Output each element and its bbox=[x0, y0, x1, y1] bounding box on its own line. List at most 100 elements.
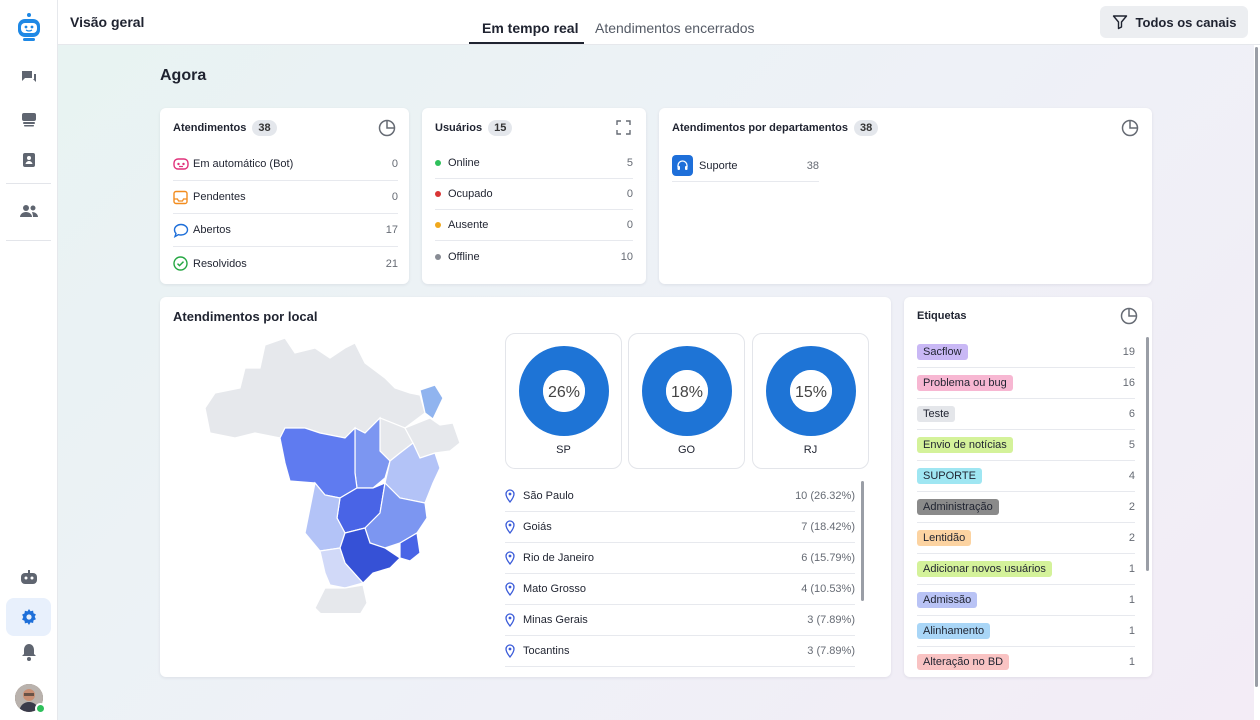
list-item[interactable]: Abertos 17 bbox=[173, 214, 398, 247]
expand-icon[interactable] bbox=[616, 120, 631, 135]
pie-chart-icon[interactable] bbox=[378, 119, 396, 137]
sidebar bbox=[0, 0, 58, 720]
list-item-value: 4 (10.53%) bbox=[801, 583, 855, 595]
robot-logo-icon[interactable] bbox=[0, 12, 58, 42]
map-region-south bbox=[314, 584, 368, 613]
active-tab-indicator bbox=[469, 42, 584, 44]
pie-chart-icon[interactable] bbox=[1121, 119, 1139, 137]
main-content: Agora Atendimentos 38 Em automático (Bot… bbox=[58, 45, 1254, 720]
list-item[interactable]: Offline 10 bbox=[435, 241, 633, 272]
page-scrollbar-thumb[interactable] bbox=[1255, 47, 1258, 687]
local-title: Atendimentos por local bbox=[173, 309, 318, 324]
donut-label-rj: RJ bbox=[803, 444, 818, 456]
list-item-value: 3 (7.89%) bbox=[807, 614, 855, 626]
tab-closed-tickets[interactable]: Atendimentos encerrados bbox=[595, 20, 755, 36]
tag-row[interactable]: Sacflow 19 bbox=[917, 337, 1135, 368]
list-item[interactable]: Mato Grosso 4 (10.53%) bbox=[505, 574, 855, 605]
bot-icon bbox=[173, 158, 189, 170]
list-item[interactable]: Tocantins 3 (7.89%) bbox=[505, 636, 855, 667]
list-item[interactable]: Resolvidos 21 bbox=[173, 247, 398, 280]
donut-card-go[interactable]: 18% GO bbox=[628, 333, 745, 469]
tag-row[interactable]: Teste 6 bbox=[917, 399, 1135, 430]
list-item[interactable]: Ausente 0 bbox=[435, 210, 633, 241]
tag-row[interactable]: Adicionar novos usuários 1 bbox=[917, 554, 1135, 585]
page-scrollbar[interactable] bbox=[1254, 45, 1260, 720]
donut-percent-rj: 15% bbox=[795, 384, 827, 401]
users-icon[interactable] bbox=[0, 196, 58, 226]
tag-count: 1 bbox=[1128, 594, 1135, 606]
sidebar-separator bbox=[6, 183, 51, 184]
tag-chip: Alteração no BD bbox=[917, 654, 1010, 670]
departamentos-card: Atendimentos por departamentos 38 Suport… bbox=[659, 108, 1152, 284]
list-item-value: 38 bbox=[806, 159, 819, 172]
list-item[interactable]: Ocupado 0 bbox=[435, 179, 633, 210]
channel-filter-label: Todos os canais bbox=[1135, 14, 1237, 30]
list-item-label: Goiás bbox=[523, 521, 552, 533]
channel-filter-button[interactable]: Todos os canais bbox=[1100, 6, 1248, 38]
atendimentos-count-badge: 38 bbox=[252, 120, 277, 136]
list-item-label: Em automático (Bot) bbox=[193, 158, 294, 170]
tag-row[interactable]: Admissão 1 bbox=[917, 585, 1135, 616]
list-item[interactable]: Pendentes 0 bbox=[173, 181, 398, 214]
tag-count: 6 bbox=[1128, 408, 1135, 420]
tag-chip: Admissão bbox=[917, 592, 978, 608]
list-item-value: 3 (7.89%) bbox=[807, 645, 855, 657]
departamentos-title: Atendimentos por departamentos 38 bbox=[672, 120, 879, 136]
list-item[interactable]: São Paulo 10 (26.32%) bbox=[505, 481, 855, 512]
tag-row[interactable]: Envio de notícias 5 bbox=[917, 430, 1135, 461]
donut-card-sp[interactable]: 26% SP bbox=[505, 333, 622, 469]
usuarios-title: Usuários 15 bbox=[435, 120, 513, 136]
tag-row[interactable]: Administração 2 bbox=[917, 492, 1135, 523]
status-dot bbox=[435, 160, 441, 166]
departamentos-title-text: Atendimentos por departamentos bbox=[672, 122, 849, 134]
sidebar-separator bbox=[6, 240, 51, 241]
etiquetas-title: Etiquetas bbox=[917, 310, 967, 322]
tag-count: 5 bbox=[1128, 439, 1135, 451]
tag-chip: Lentidão bbox=[917, 530, 972, 546]
list-item-label: Rio de Janeiro bbox=[523, 552, 594, 564]
tag-row[interactable]: SUPORTE 4 bbox=[917, 461, 1135, 492]
donut-card-rj[interactable]: 15% RJ bbox=[752, 333, 869, 469]
list-item[interactable]: Suporte 38 bbox=[672, 150, 819, 182]
list-item[interactable]: Em automático (Bot) 0 bbox=[173, 148, 398, 181]
tag-row[interactable]: Alteração no BD 1 bbox=[917, 647, 1135, 677]
tab-real-time[interactable]: Em tempo real bbox=[482, 20, 578, 36]
pie-chart-icon[interactable] bbox=[1120, 307, 1138, 325]
location-pin-icon bbox=[505, 520, 515, 534]
list-item[interactable]: Goiás 7 (18.42%) bbox=[505, 512, 855, 543]
list-item-label: São Paulo bbox=[523, 490, 574, 502]
list-item-label: Minas Gerais bbox=[523, 614, 588, 626]
online-status-dot bbox=[35, 703, 46, 714]
tag-chip: Teste bbox=[917, 406, 956, 422]
donut-label-sp: SP bbox=[556, 444, 571, 456]
tag-count: 1 bbox=[1128, 625, 1135, 637]
departamentos-count-badge: 38 bbox=[854, 120, 879, 136]
bot-icon[interactable] bbox=[0, 563, 58, 593]
status-dot bbox=[435, 253, 441, 260]
avatar[interactable] bbox=[15, 684, 46, 714]
tag-row[interactable]: Alinhamento 1 bbox=[917, 616, 1135, 647]
gear-icon[interactable] bbox=[0, 602, 58, 632]
tag-count: 16 bbox=[1122, 377, 1135, 389]
status-dot bbox=[435, 222, 441, 228]
inbox-icon[interactable] bbox=[0, 104, 58, 134]
donut-chart-go: 18% bbox=[642, 346, 732, 436]
bell-icon[interactable] bbox=[0, 637, 58, 667]
tag-row[interactable]: Lentidão 2 bbox=[917, 523, 1135, 554]
chat-icon[interactable] bbox=[0, 62, 58, 92]
list-item-value: 17 bbox=[385, 224, 398, 236]
tag-row[interactable]: Problema ou bug 16 bbox=[917, 368, 1135, 399]
contact-card-icon[interactable] bbox=[0, 145, 58, 175]
list-item[interactable]: Online 5 bbox=[435, 148, 633, 179]
list-scrollbar[interactable] bbox=[861, 481, 864, 601]
list-item-label: Offline bbox=[448, 250, 480, 263]
list-item[interactable]: Minas Gerais 3 (7.89%) bbox=[505, 605, 855, 636]
list-item[interactable]: Rio de Janeiro 6 (15.79%) bbox=[505, 543, 855, 574]
brazil-map[interactable] bbox=[195, 333, 465, 613]
list-scrollbar[interactable] bbox=[1146, 337, 1149, 571]
list-item-value: 10 bbox=[620, 250, 633, 263]
section-title: Agora bbox=[160, 67, 207, 84]
location-pin-icon bbox=[505, 582, 515, 596]
list-item-label: Resolvidos bbox=[193, 257, 247, 270]
tag-count: 4 bbox=[1128, 470, 1135, 482]
